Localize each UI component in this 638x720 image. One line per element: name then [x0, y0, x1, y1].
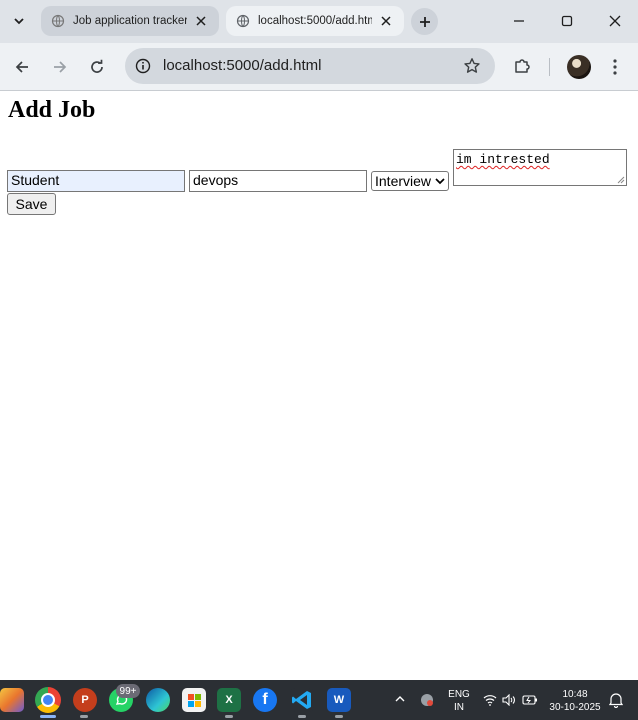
tab-add-page[interactable]: localhost:5000/add.html — [226, 6, 404, 36]
app-indicator — [225, 715, 233, 718]
tab-strip: Job application tracker s localhost:5000… — [0, 0, 638, 43]
language-code: ENG — [448, 689, 470, 700]
tab-title: localhost:5000/add.html — [258, 15, 372, 27]
facebook-icon[interactable]: f — [253, 688, 277, 712]
new-tab-button[interactable] — [411, 8, 438, 35]
arrow-right-icon — [54, 61, 67, 73]
widgets-icon[interactable] — [0, 688, 24, 712]
puzzle-icon — [515, 59, 530, 73]
minimize-icon — [514, 20, 524, 22]
notification-icon[interactable] — [609, 692, 623, 708]
chevron-down-icon — [435, 178, 445, 185]
page-title: Add Job — [8, 97, 96, 123]
edge-icon[interactable] — [146, 688, 170, 712]
save-button[interactable]: Save — [7, 193, 56, 215]
chevron-down-icon — [14, 18, 24, 25]
globe-icon — [236, 14, 250, 28]
browser-menu-button[interactable] — [605, 54, 625, 80]
bookmark-star-icon[interactable] — [463, 57, 481, 75]
company-input[interactable]: devops — [189, 170, 367, 192]
language-indicator[interactable]: ENG IN — [446, 688, 472, 714]
reload-icon — [91, 59, 103, 73]
speaker-icon[interactable] — [502, 694, 516, 706]
notes-text: im intrested — [456, 152, 550, 167]
tab-title: Job application tracker s — [73, 15, 187, 27]
browser-toolbar: localhost:5000/add.html — [0, 43, 638, 91]
powerpoint-icon[interactable]: P — [73, 688, 97, 712]
arrow-left-icon — [15, 61, 28, 73]
notification-badge: 99+ — [116, 684, 140, 698]
word-icon[interactable]: W — [327, 688, 351, 712]
battery-icon[interactable] — [522, 695, 538, 705]
excel-icon[interactable]: X — [217, 688, 241, 712]
profile-avatar[interactable] — [567, 55, 591, 79]
store-icon[interactable] — [182, 688, 206, 712]
app-indicator — [80, 715, 88, 718]
taskbar: P 99+ X f W ENG IN 10:48 30-10-2025 — [0, 680, 638, 720]
active-app-indicator — [40, 715, 56, 718]
back-button[interactable] — [9, 54, 35, 80]
toolbar-divider — [549, 58, 550, 76]
close-window-button[interactable] — [595, 9, 635, 33]
site-info-button[interactable] — [133, 56, 153, 76]
region-code: IN — [454, 702, 464, 713]
clock[interactable]: 10:48 30-10-2025 — [546, 688, 604, 714]
title-input[interactable]: Student — [7, 170, 185, 192]
status-select[interactable]: Interview — [371, 171, 449, 191]
minimize-button[interactable] — [499, 9, 539, 33]
status-select-value: Interview — [375, 173, 432, 189]
forward-button[interactable] — [47, 54, 73, 80]
tab-search-button[interactable] — [6, 9, 32, 33]
resize-grip-icon[interactable] — [617, 176, 625, 184]
notes-textarea[interactable]: im intrested — [453, 149, 627, 186]
clock-time: 10:48 — [562, 689, 588, 700]
maximize-icon — [561, 15, 573, 27]
maximize-button[interactable] — [547, 9, 587, 33]
close-icon — [609, 15, 621, 27]
app-indicator — [335, 715, 343, 718]
app-indicator — [298, 715, 306, 718]
chevron-up-icon[interactable] — [395, 695, 405, 703]
vscode-icon[interactable] — [290, 688, 314, 712]
wifi-icon[interactable] — [483, 694, 497, 706]
info-icon — [135, 58, 151, 74]
plus-icon — [419, 16, 430, 27]
more-vertical-icon — [613, 59, 617, 75]
reload-button[interactable] — [84, 54, 110, 80]
clock-date: 30-10-2025 — [549, 702, 601, 713]
extensions-button[interactable] — [510, 54, 534, 78]
page-content: Add Job Student devops Interview im intr… — [0, 91, 638, 680]
url-text: localhost:5000/add.html — [163, 57, 322, 74]
chrome-icon[interactable] — [35, 687, 61, 713]
globe-icon — [51, 14, 65, 28]
close-icon[interactable] — [378, 13, 394, 29]
address-bar[interactable]: localhost:5000/add.html — [125, 48, 495, 84]
tab-job-tracker[interactable]: Job application tracker s — [41, 6, 219, 36]
tray-app-icon[interactable] — [419, 692, 435, 708]
close-icon[interactable] — [193, 13, 209, 29]
